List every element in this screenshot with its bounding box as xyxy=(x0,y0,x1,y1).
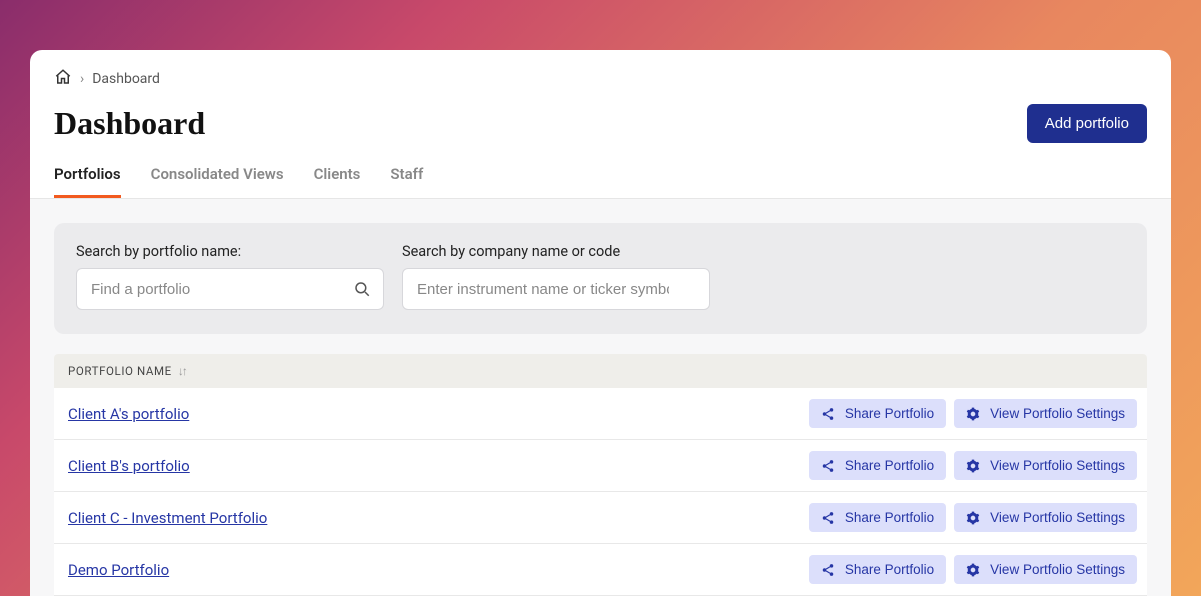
view-settings-label: View Portfolio Settings xyxy=(990,510,1125,525)
breadcrumb-current: Dashboard xyxy=(92,71,160,87)
share-icon xyxy=(821,459,835,473)
view-settings-button[interactable]: View Portfolio Settings xyxy=(954,399,1137,428)
search-portfolio-label: Search by portfolio name: xyxy=(76,243,384,260)
tabs: Portfolios Consolidated Views Clients St… xyxy=(30,165,1171,199)
search-panel: Search by portfolio name: Search by comp… xyxy=(54,223,1147,334)
portfolio-table: PORTFOLIO NAME ↓↑ Client A's portfolio S… xyxy=(54,354,1147,596)
search-company-group: Search by company name or code xyxy=(402,243,710,310)
table-row: Demo Portfolio Share Portfolio View Port… xyxy=(54,544,1147,596)
row-actions: Share Portfolio View Portfolio Settings xyxy=(809,451,1137,480)
share-icon xyxy=(821,407,835,421)
search-portfolio-group: Search by portfolio name: xyxy=(76,243,384,310)
search-portfolio-input-wrap xyxy=(76,268,384,310)
tab-staff[interactable]: Staff xyxy=(390,165,423,198)
share-portfolio-button[interactable]: Share Portfolio xyxy=(809,451,946,480)
row-actions: Share Portfolio View Portfolio Settings xyxy=(809,503,1137,532)
gear-icon xyxy=(966,407,980,421)
table-row: Client B's portfolio Share Portfolio Vie… xyxy=(54,440,1147,492)
home-icon[interactable] xyxy=(54,68,72,90)
table-header[interactable]: PORTFOLIO NAME ↓↑ xyxy=(54,354,1147,388)
column-header-portfolio-name: PORTFOLIO NAME xyxy=(68,364,172,378)
view-settings-label: View Portfolio Settings xyxy=(990,458,1125,473)
share-portfolio-label: Share Portfolio xyxy=(845,458,934,473)
view-settings-label: View Portfolio Settings xyxy=(990,406,1125,421)
tab-consolidated-views[interactable]: Consolidated Views xyxy=(151,165,284,198)
search-company-label: Search by company name or code xyxy=(402,243,710,260)
gear-icon xyxy=(966,511,980,525)
share-portfolio-button[interactable]: Share Portfolio xyxy=(809,399,946,428)
gear-icon xyxy=(966,459,980,473)
share-portfolio-label: Share Portfolio xyxy=(845,406,934,421)
breadcrumb: › Dashboard xyxy=(54,68,1147,90)
row-actions: Share Portfolio View Portfolio Settings xyxy=(809,399,1137,428)
search-company-input[interactable] xyxy=(403,269,709,309)
share-portfolio-button[interactable]: Share Portfolio xyxy=(809,503,946,532)
search-icon[interactable] xyxy=(353,280,371,298)
share-portfolio-label: Share Portfolio xyxy=(845,510,934,525)
chevron-right-icon: › xyxy=(80,71,84,87)
add-portfolio-button[interactable]: Add portfolio xyxy=(1027,104,1147,143)
page-header: Dashboard Add portfolio xyxy=(54,104,1147,143)
view-settings-button[interactable]: View Portfolio Settings xyxy=(954,451,1137,480)
share-icon xyxy=(821,511,835,525)
portfolio-link[interactable]: Client A's portfolio xyxy=(68,405,189,423)
page-title: Dashboard xyxy=(54,105,205,142)
view-settings-button[interactable]: View Portfolio Settings xyxy=(954,503,1137,532)
table-row: Client A's portfolio Share Portfolio Vie… xyxy=(54,388,1147,440)
sort-icon: ↓↑ xyxy=(178,364,186,378)
dashboard-panel: › Dashboard Dashboard Add portfolio Port… xyxy=(30,50,1171,596)
portfolio-link[interactable]: Client C - Investment Portfolio xyxy=(68,509,267,527)
search-portfolio-input[interactable] xyxy=(77,269,383,309)
tab-content: Search by portfolio name: Search by comp… xyxy=(30,199,1171,596)
search-company-input-wrap xyxy=(402,268,710,310)
portfolio-link[interactable]: Client B's portfolio xyxy=(68,457,190,475)
tab-portfolios[interactable]: Portfolios xyxy=(54,165,121,198)
tab-clients[interactable]: Clients xyxy=(314,165,361,198)
table-row: Client C - Investment Portfolio Share Po… xyxy=(54,492,1147,544)
